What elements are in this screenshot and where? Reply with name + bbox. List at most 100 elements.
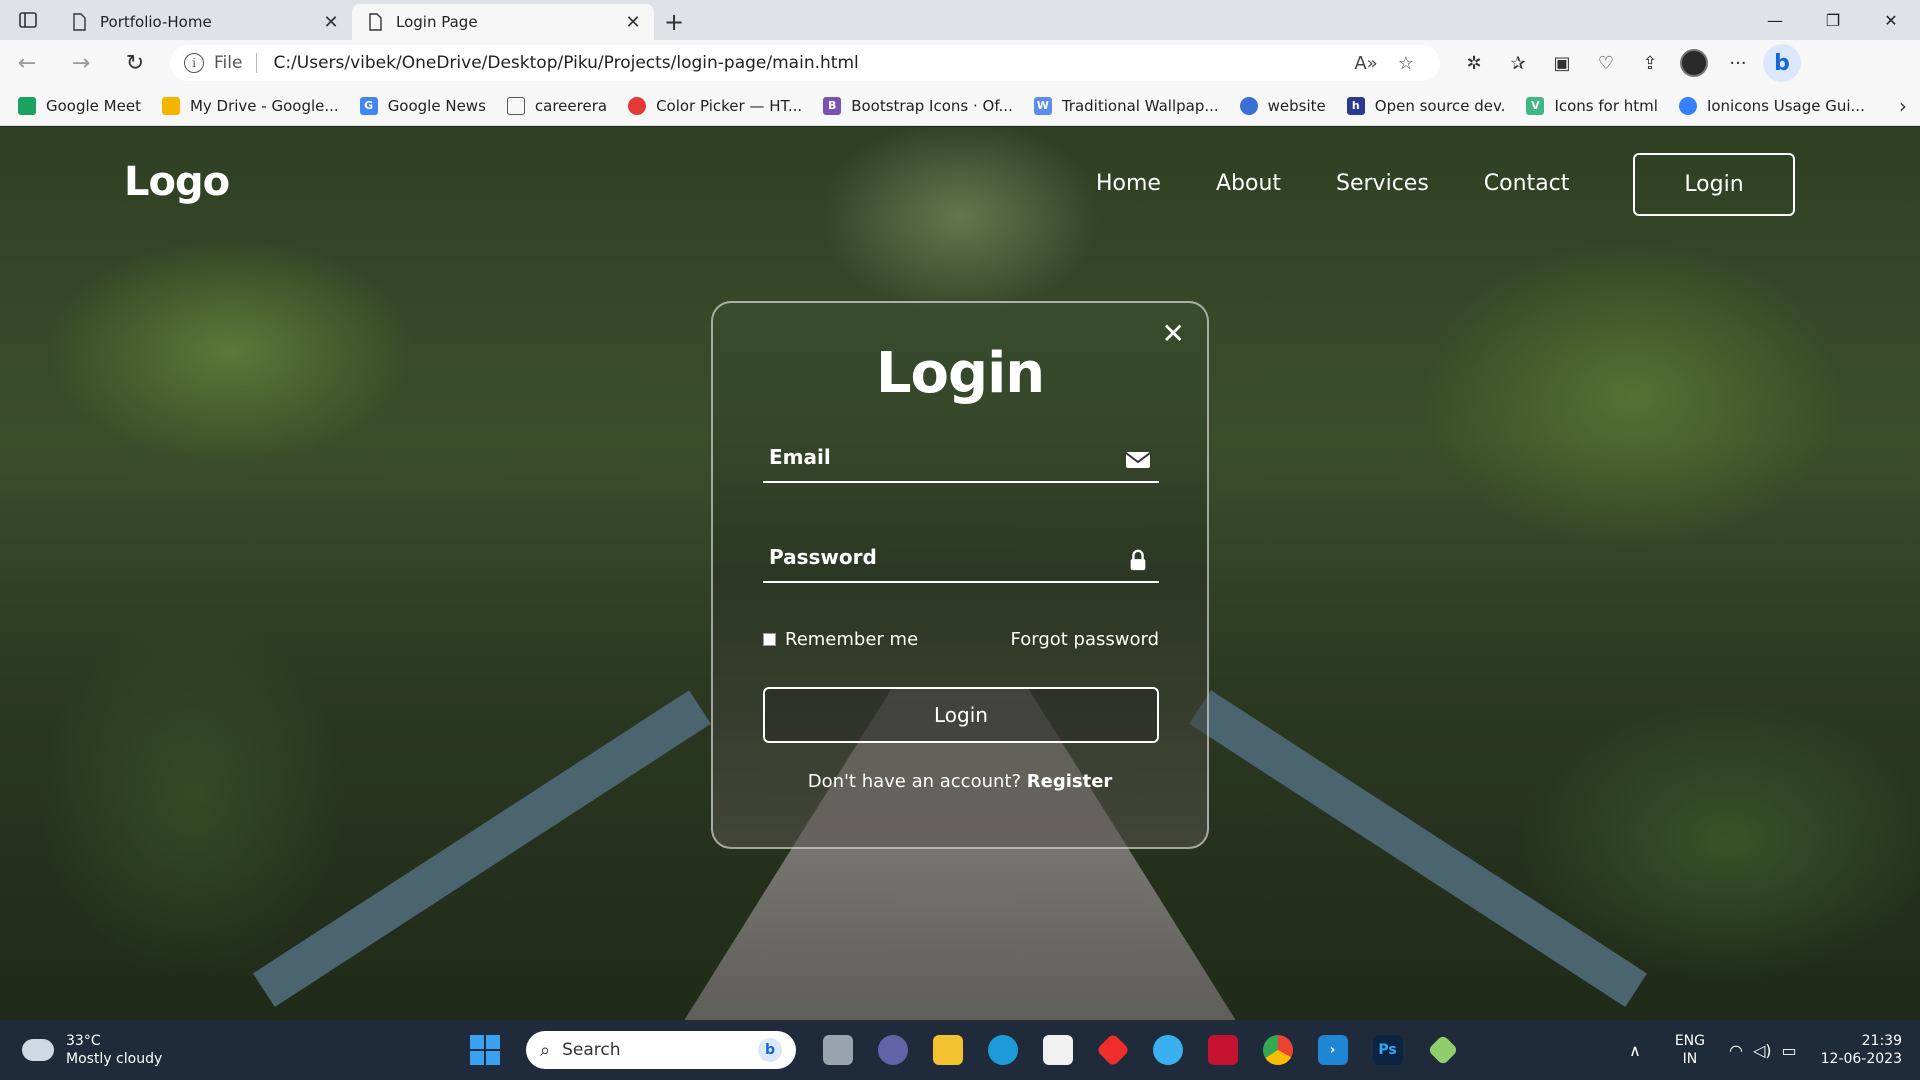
bookmark-item[interactable]: W Traditional Wallpap... <box>1033 96 1219 115</box>
teams-chat-icon[interactable] <box>865 1020 920 1080</box>
hashnode-icon: h <box>1346 96 1365 115</box>
volume-icon[interactable]: ◁) <box>1753 1041 1772 1060</box>
remember-checkbox[interactable] <box>763 633 776 646</box>
password-field[interactable]: Password <box>763 523 1159 583</box>
register-row: Don't have an account? Register <box>713 771 1207 792</box>
vue-icon: V <box>1526 96 1545 115</box>
close-window-button[interactable]: ✕ <box>1862 0 1920 40</box>
more-menu-icon[interactable]: ··· <box>1716 45 1760 81</box>
extensions-icon[interactable]: ✲ <box>1452 45 1496 81</box>
remember-label[interactable]: Remember me <box>785 629 918 650</box>
login-submit-button[interactable]: Login <box>763 687 1159 743</box>
clock[interactable]: 21:39 12-06-2023 <box>1821 1032 1902 1068</box>
ionicons-icon <box>1678 96 1697 115</box>
nav-services-link[interactable]: Services <box>1336 171 1429 196</box>
chrome-icon[interactable] <box>1250 1020 1305 1080</box>
share-icon[interactable]: ⇪ <box>1628 45 1672 81</box>
browser-essentials-icon[interactable]: ♡ <box>1584 45 1628 81</box>
bookmark-item[interactable]: Color Picker — HT... <box>628 96 802 115</box>
bookmark-item[interactable]: Google Meet <box>18 96 141 115</box>
avatar <box>1680 49 1708 77</box>
read-aloud-icon[interactable]: A» <box>1346 53 1386 74</box>
form-options: Remember me Forgot password <box>763 629 1159 650</box>
edge-icon[interactable] <box>975 1020 1030 1080</box>
register-link[interactable]: Register <box>1027 771 1113 792</box>
git-kraken-icon[interactable] <box>1415 1020 1470 1080</box>
forward-button[interactable]: → <box>54 40 108 86</box>
refresh-button[interactable]: ↻ <box>108 40 162 86</box>
bookmark-item[interactable]: V Icons for html <box>1526 96 1658 115</box>
bookmark-label: careerera <box>534 96 608 115</box>
forgot-password-link[interactable]: Forgot password <box>1011 629 1159 650</box>
bookmarks-overflow-chevron-icon[interactable]: › <box>1886 94 1920 118</box>
taskbar-search[interactable]: ⌕ Search b <box>526 1031 796 1069</box>
weather-desc: Mostly cloudy <box>66 1051 163 1067</box>
wifi-icon[interactable]: ◠ <box>1729 1041 1743 1060</box>
tab-actions-icon <box>19 12 37 28</box>
address-url[interactable]: C:/Users/vibek/OneDrive/Desktop/Piku/Pro… <box>273 53 1346 73</box>
nav-about-link[interactable]: About <box>1216 171 1281 196</box>
bookmark-item[interactable]: website <box>1239 96 1326 115</box>
bookmark-item[interactable]: G Google News <box>359 96 486 115</box>
mcafee-icon[interactable] <box>1195 1020 1250 1080</box>
close-tab-icon[interactable]: ✕ <box>320 12 342 33</box>
no-account-text: Don't have an account? <box>807 771 1022 792</box>
nav-home-link[interactable]: Home <box>1096 171 1161 196</box>
new-tab-button[interactable]: + <box>654 4 694 40</box>
store-icon[interactable] <box>1030 1020 1085 1080</box>
mail-icon <box>1125 452 1151 468</box>
tab-login-page[interactable]: Login Page ✕ <box>352 4 654 40</box>
updater-icon[interactable] <box>1140 1020 1195 1080</box>
address-scheme: File <box>214 53 243 73</box>
toolbar-icons: ✲ ✰ ▣ ♡ ⇪ ··· b <box>1452 44 1804 82</box>
bookmark-label: Icons for html <box>1554 96 1658 115</box>
tab-portfolio-home[interactable]: Portfolio-Home ✕ <box>56 4 352 40</box>
anydesk-icon[interactable] <box>1085 1020 1140 1080</box>
tray-overflow-chevron-icon[interactable]: ∧ <box>1629 1041 1641 1060</box>
wallpaper-icon: W <box>1033 96 1052 115</box>
news-icon: G <box>359 96 378 115</box>
email-field[interactable]: Email <box>763 423 1159 483</box>
bookmark-item[interactable]: Ionicons Usage Gui... <box>1678 96 1865 115</box>
address-divider <box>256 53 258 73</box>
bookmark-label: Open source dev. <box>1374 96 1506 115</box>
bootstrap-icon: B <box>823 96 842 115</box>
clock-date: 12-06-2023 <box>1820 1051 1902 1067</box>
header-login-button[interactable]: Login <box>1633 153 1795 216</box>
bing-icon: b <box>758 1038 782 1062</box>
minimize-button[interactable]: — <box>1746 0 1804 40</box>
browser-tabbar: Portfolio-Home ✕ Login Page ✕ + — ❐ ✕ <box>0 0 1920 40</box>
login-title: Login <box>875 341 1045 406</box>
language-indicator[interactable]: ENG IN <box>1675 1032 1705 1068</box>
favorite-star-icon[interactable]: ☆ <box>1386 53 1426 74</box>
address-bar[interactable]: i File C:/Users/vibek/OneDrive/Desktop/P… <box>170 45 1440 81</box>
close-tab-icon[interactable]: ✕ <box>622 12 644 33</box>
colorpicker-icon <box>628 96 647 115</box>
address-toolbar: ← → ↻ i File C:/Users/vibek/OneDrive/Des… <box>0 40 1920 86</box>
collections-icon[interactable]: ▣ <box>1540 45 1584 81</box>
back-button[interactable]: ← <box>0 40 54 86</box>
vscode-icon[interactable]: › <box>1305 1020 1360 1080</box>
taskbar-apps: ⌕ Search b › Ps <box>470 1020 1470 1080</box>
nav-contact-link[interactable]: Contact <box>1484 171 1570 196</box>
weather-widget[interactable]: 33°C Mostly cloudy <box>22 1032 162 1068</box>
bing-button[interactable]: b <box>1760 44 1804 82</box>
favorites-icon[interactable]: ✰ <box>1496 45 1540 81</box>
bookmark-item[interactable]: My Drive - Google... <box>161 96 339 115</box>
profile-button[interactable] <box>1672 45 1716 81</box>
bookmark-item[interactable]: careerera <box>506 96 608 115</box>
bookmark-item[interactable]: h Open source dev. <box>1346 96 1506 115</box>
info-icon[interactable]: i <box>184 53 204 73</box>
tab-actions-button[interactable] <box>0 0 56 40</box>
bookmark-item[interactable]: B Bootstrap Icons · Of... <box>823 96 1013 115</box>
start-button[interactable] <box>470 1035 500 1065</box>
site-logo[interactable]: Logo <box>124 159 230 205</box>
task-view-icon[interactable] <box>810 1020 865 1080</box>
search-icon: ⌕ <box>540 1039 551 1061</box>
photoshop-icon[interactable]: Ps <box>1360 1020 1415 1080</box>
restore-button[interactable]: ❐ <box>1804 0 1862 40</box>
file-explorer-icon[interactable] <box>920 1020 975 1080</box>
bookmark-label: website <box>1267 96 1326 115</box>
login-card: ✕ Login Email Password Remember me Forgo… <box>711 301 1209 849</box>
battery-icon[interactable]: ▭ <box>1782 1041 1797 1060</box>
